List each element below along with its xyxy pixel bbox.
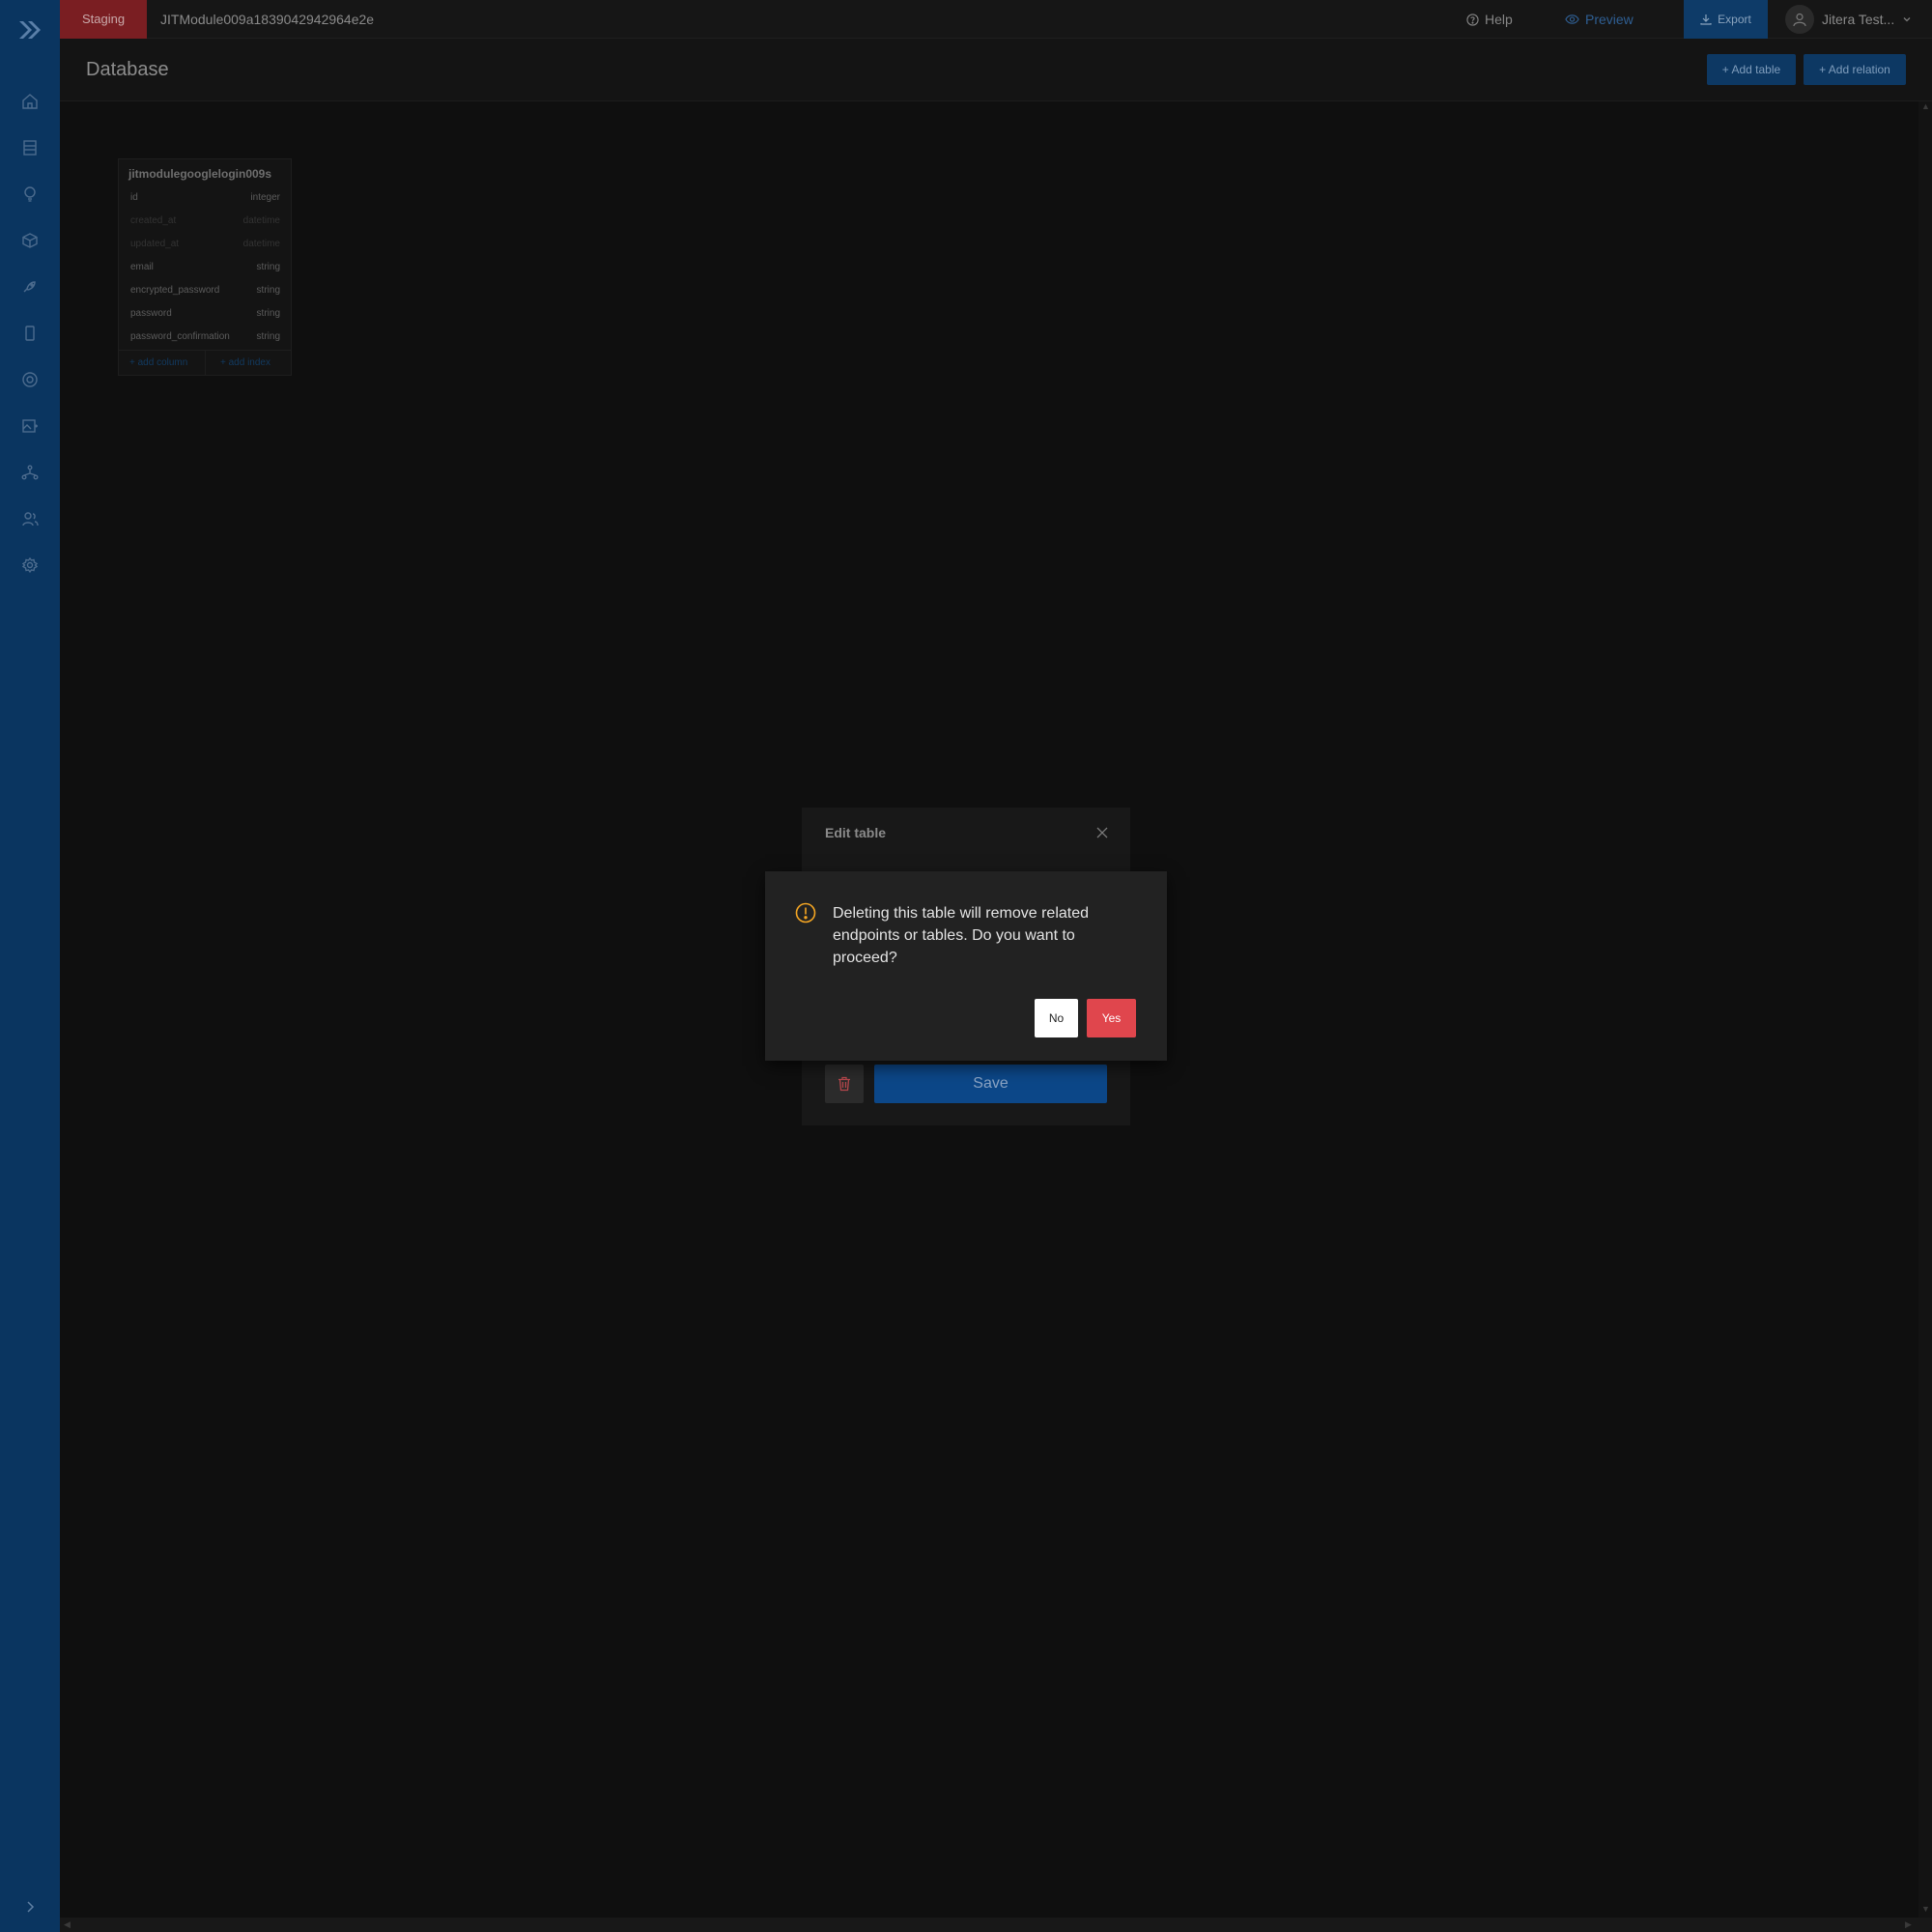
help-label: Help [1485, 12, 1513, 27]
user-icon [1793, 13, 1806, 27]
column-name: created_at [130, 215, 177, 226]
modal-title: Edit table [825, 825, 887, 840]
save-button[interactable]: Save [874, 1065, 1107, 1103]
top-bar: Staging JITModule009a1839042942964e2e He… [60, 0, 1932, 39]
image-icon[interactable] [20, 416, 40, 436]
avatar [1785, 5, 1814, 34]
export-button[interactable]: Export [1684, 0, 1768, 39]
add-index-link[interactable]: + add index [220, 357, 270, 368]
add-relation-button[interactable]: + Add relation [1804, 54, 1906, 85]
expand-sidebar-icon[interactable] [22, 1899, 38, 1915]
column-type: string [256, 262, 280, 272]
user-menu[interactable]: Jitera Test... [1785, 0, 1912, 39]
mobile-icon[interactable] [20, 324, 40, 343]
box-icon[interactable] [20, 231, 40, 250]
settings-icon[interactable] [20, 555, 40, 575]
network-icon[interactable] [20, 463, 40, 482]
rocket-icon[interactable] [20, 277, 40, 297]
vertical-scrollbar[interactable]: ▲ ▼ [1918, 101, 1932, 1918]
horizontal-scrollbar[interactable]: ◀ ▶ [60, 1918, 1932, 1932]
list-icon[interactable] [20, 138, 40, 157]
footer-divider [205, 351, 206, 376]
app-root: Staging JITModule009a1839042942964e2e He… [0, 0, 1932, 1932]
confirm-message: Deleting this table will remove related … [833, 905, 1090, 966]
table-column-row[interactable]: email string [130, 262, 280, 281]
table-column-row[interactable]: encrypted_password string [130, 285, 280, 304]
user-name: Jitera Test... [1822, 12, 1895, 27]
warning-icon [795, 902, 816, 923]
delete-table-button[interactable] [825, 1065, 864, 1103]
bulb-icon[interactable] [20, 185, 40, 204]
table-card[interactable]: jitmodulegooglelogin009s id integer crea… [118, 158, 292, 376]
column-type: datetime [242, 215, 280, 226]
table-name: jitmodulegooglelogin009s [128, 167, 272, 181]
scroll-right-icon[interactable]: ▶ [1905, 1919, 1912, 1930]
column-type: string [256, 331, 280, 342]
scroll-down-icon[interactable]: ▼ [1921, 1904, 1930, 1914]
close-icon[interactable] [1094, 825, 1110, 840]
page-title: Database [86, 59, 169, 80]
column-type: datetime [242, 239, 280, 249]
page-header: Database + Add table + Add relation [60, 39, 1932, 101]
table-column-row[interactable]: created_at datetime [130, 215, 280, 235]
preview-label: Preview [1585, 12, 1634, 27]
sidebar [0, 0, 60, 1932]
column-name: id [130, 192, 138, 203]
trash-icon [838, 1076, 850, 1092]
table-card-footer: + add column + add index [119, 350, 291, 376]
table-column-row[interactable]: updated_at datetime [130, 239, 280, 258]
column-name: password_confirmation [130, 331, 230, 342]
column-name: password [130, 308, 172, 319]
help-button[interactable]: Help [1466, 0, 1513, 39]
environment-badge[interactable]: Staging [60, 0, 147, 39]
download-icon [1700, 14, 1712, 25]
delete-confirm-popover: Deleting this table will remove related … [765, 871, 1167, 1061]
column-name: updated_at [130, 239, 180, 249]
column-type: string [256, 285, 280, 296]
column-type: string [256, 308, 280, 319]
scroll-left-icon[interactable]: ◀ [64, 1919, 71, 1930]
no-button[interactable]: No [1035, 999, 1078, 1037]
scroll-up-icon[interactable]: ▲ [1921, 101, 1930, 111]
table-column-row[interactable]: id integer [130, 192, 280, 212]
yes-button[interactable]: Yes [1087, 999, 1136, 1037]
palette-icon[interactable] [20, 370, 40, 389]
eye-icon [1565, 14, 1579, 24]
preview-button[interactable]: Preview [1565, 0, 1634, 39]
logo-icon[interactable] [17, 19, 43, 41]
team-icon[interactable] [20, 509, 40, 528]
help-icon [1466, 13, 1479, 26]
home-icon[interactable] [20, 92, 40, 111]
column-name: encrypted_password [130, 285, 220, 296]
add-table-button[interactable]: + Add table [1707, 54, 1796, 85]
table-column-row[interactable]: password string [130, 308, 280, 327]
add-column-link[interactable]: + add column [129, 357, 187, 368]
table-column-row[interactable]: password_confirmation string [130, 331, 280, 351]
column-name: email [130, 262, 154, 272]
column-type: integer [250, 192, 280, 203]
chevron-down-icon [1903, 17, 1911, 22]
project-name: JITModule009a1839042942964e2e [160, 12, 375, 27]
export-label: Export [1718, 13, 1751, 26]
